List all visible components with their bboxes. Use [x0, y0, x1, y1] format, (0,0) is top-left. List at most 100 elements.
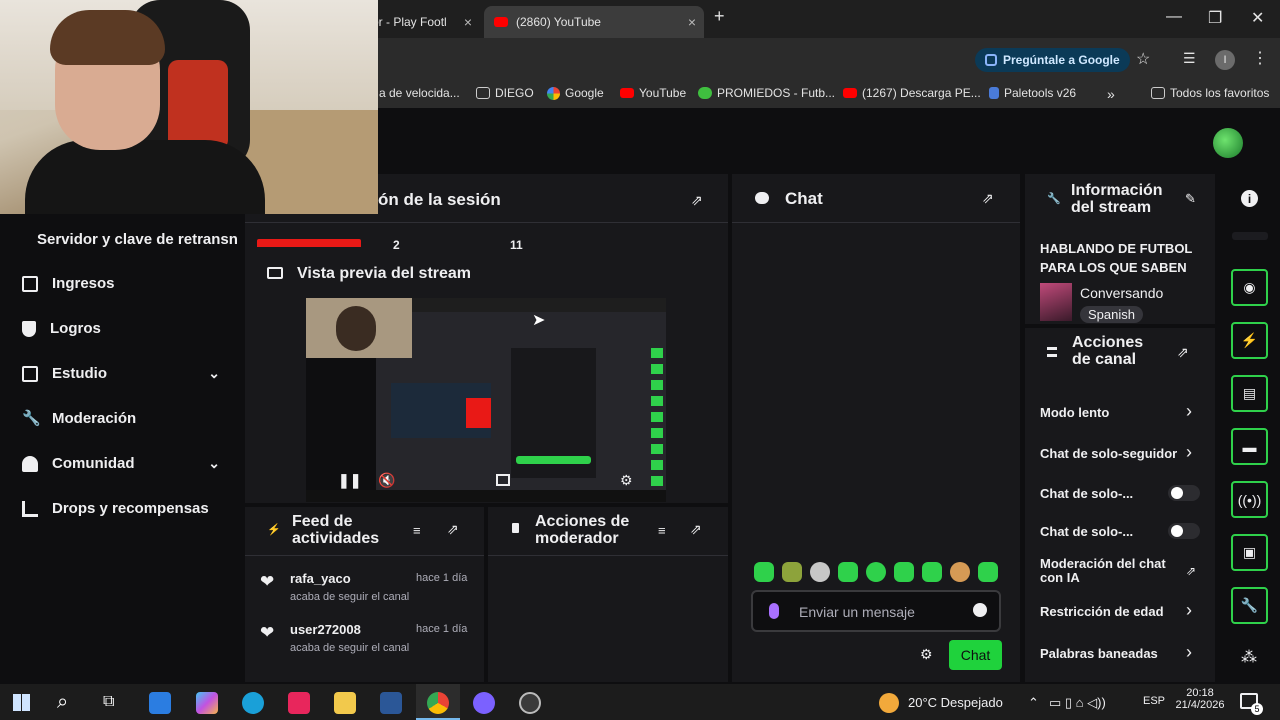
sidebar-item-moderation[interactable]: 🔧 Moderación: [22, 410, 222, 427]
outlook-icon[interactable]: [149, 692, 171, 714]
ai-moderation-action[interactable]: Moderación del chat con IA: [1040, 557, 1180, 585]
obs-icon[interactable]: [519, 692, 541, 714]
edge-icon[interactable]: [242, 692, 264, 714]
emote[interactable]: [782, 562, 802, 582]
sidebar-item-achievements[interactable]: Logros: [22, 320, 222, 337]
word-icon[interactable]: [380, 692, 402, 714]
info-icon[interactable]: i: [1241, 190, 1258, 207]
popout-icon[interactable]: ⇗: [690, 521, 702, 538]
chat-settings-gear-icon[interactable]: ⚙: [920, 646, 933, 663]
external-link-icon[interactable]: ⇗: [1186, 564, 1196, 578]
bookmark-item[interactable]: PROMIEDOS - Futb...: [698, 86, 835, 100]
language-tag[interactable]: Spanish: [1080, 306, 1143, 323]
bookmark-item[interactable]: a de velocida...: [379, 86, 460, 100]
ask-google-button[interactable]: Pregúntale a Google: [975, 48, 1130, 72]
bookmarks-more-button[interactable]: »: [1107, 86, 1115, 102]
bookmark-item[interactable]: YouTube: [620, 86, 686, 100]
emote[interactable]: [838, 562, 858, 582]
emote[interactable]: [978, 562, 998, 582]
rail-button-tools[interactable]: 🔧: [1231, 587, 1268, 624]
pause-icon[interactable]: ❚❚: [338, 472, 361, 489]
browser-tab-play-football[interactable]: or - Play Footl ×: [362, 6, 480, 38]
reading-list-icon[interactable]: ☰: [1183, 50, 1196, 67]
emote[interactable]: [754, 562, 774, 582]
emote[interactable]: [894, 562, 914, 582]
close-window-button[interactable]: ✕: [1251, 8, 1264, 28]
emote-only-toggle[interactable]: [1168, 523, 1200, 539]
tab-close-icon[interactable]: ×: [688, 14, 696, 30]
tray-icons[interactable]: ▭ ▯ ⌂ ◁)): [1049, 695, 1106, 711]
new-tab-button[interactable]: +: [714, 6, 725, 27]
file-explorer-icon[interactable]: [334, 692, 356, 714]
more-menu-icon[interactable]: ⋮: [1252, 48, 1268, 68]
rail-button-chat[interactable]: ▬: [1231, 428, 1268, 465]
bookmark-item[interactable]: Paletools v26: [989, 86, 1076, 100]
chevron-down-icon[interactable]: ⌄: [208, 365, 220, 382]
user-avatar[interactable]: [1213, 128, 1243, 158]
settings-gear-icon[interactable]: ⚙: [620, 472, 633, 489]
filter-icon[interactable]: ≡: [413, 523, 421, 538]
banned-words-action[interactable]: Palabras baneadas: [1040, 646, 1158, 661]
sidebar-item-drops[interactable]: Drops y recompensas: [22, 500, 222, 517]
copilot-icon[interactable]: [196, 692, 218, 714]
extensions-icon[interactable]: ⁂: [1241, 647, 1257, 667]
popout-icon[interactable]: ⇗: [691, 192, 703, 209]
rail-button-clip[interactable]: ◉: [1231, 269, 1268, 306]
chevron-right-icon[interactable]: ›: [1186, 642, 1192, 663]
emote[interactable]: [922, 562, 942, 582]
stream-preview-video[interactable]: ➤ ❚❚ 🔇 ⚙: [306, 298, 666, 502]
rail-button-quick-action[interactable]: ⚡: [1231, 322, 1268, 359]
profile-avatar[interactable]: I: [1215, 50, 1235, 70]
popout-icon[interactable]: ⇗: [447, 521, 459, 538]
edit-pencil-icon[interactable]: ✎: [1185, 191, 1196, 207]
popout-icon[interactable]: ⇗: [982, 190, 994, 207]
emote[interactable]: [950, 562, 970, 582]
chevron-right-icon[interactable]: ›: [1186, 401, 1192, 422]
category-name[interactable]: Conversando: [1080, 285, 1163, 301]
weather-text[interactable]: 20°C Despejado: [908, 695, 1003, 710]
feed-user[interactable]: rafa_yaco: [290, 571, 351, 586]
windows-start-icon[interactable]: [13, 694, 30, 711]
mute-icon[interactable]: 🔇: [378, 472, 395, 489]
clock[interactable]: 20:18 21/4/2026: [1173, 687, 1227, 711]
chevron-down-icon[interactable]: ⌄: [208, 455, 220, 472]
discord-icon[interactable]: [473, 692, 495, 714]
sidebar-item-revenue[interactable]: Ingresos: [22, 275, 222, 292]
language-indicator[interactable]: ESP: [1143, 695, 1165, 707]
browser-tab-youtube[interactable]: (2860) YouTube ×: [484, 6, 704, 38]
picture-in-picture-icon[interactable]: [496, 474, 510, 486]
rail-button-notes[interactable]: ▤: [1231, 375, 1268, 412]
age-restriction-action[interactable]: Restricción de edad: [1040, 604, 1164, 619]
filter-icon[interactable]: ≡: [658, 523, 666, 538]
sidebar-item-community[interactable]: Comunidad ⌄: [22, 455, 222, 472]
media-player-icon[interactable]: [288, 692, 310, 714]
emote[interactable]: [866, 562, 886, 582]
feed-user[interactable]: user272008: [290, 622, 361, 637]
chat-input[interactable]: Enviar un mensaje: [751, 590, 1001, 632]
task-view-icon[interactable]: ⧉: [103, 693, 114, 711]
chevron-right-icon[interactable]: ›: [1186, 600, 1192, 621]
bookmark-item[interactable]: DIEGO: [476, 86, 534, 100]
sidebar-item-studio[interactable]: Estudio ⌄: [22, 365, 222, 382]
chevron-right-icon[interactable]: ›: [1186, 442, 1192, 463]
bookmark-item[interactable]: Google: [547, 86, 604, 100]
all-favorites-button[interactable]: Todos los favoritos: [1151, 86, 1269, 100]
chrome-icon[interactable]: [427, 692, 449, 714]
popout-icon[interactable]: ⇗: [1177, 344, 1189, 361]
search-icon[interactable]: ⌕: [57, 691, 68, 714]
emoji-icon[interactable]: [973, 603, 987, 617]
sidebar-item-stream-key[interactable]: Servidor y clave de retransn: [37, 231, 242, 248]
rail-button-broadcast[interactable]: ((•)): [1231, 481, 1268, 518]
rail-button-layout[interactable]: ▣: [1231, 534, 1268, 571]
minimize-button[interactable]: —: [1166, 8, 1182, 26]
tab-close-icon[interactable]: ×: [464, 14, 472, 30]
maximize-button[interactable]: ❐: [1208, 8, 1222, 28]
slow-mode-action[interactable]: Modo lento: [1040, 405, 1109, 420]
tray-chevron-up-icon[interactable]: ⌃: [1028, 695, 1039, 711]
emote[interactable]: [810, 562, 830, 582]
bookmark-star-icon[interactable]: ☆: [1136, 49, 1150, 69]
followers-only-action[interactable]: Chat de solo-seguidor: [1040, 446, 1180, 461]
subscribers-only-toggle[interactable]: [1168, 485, 1200, 501]
microphone-icon[interactable]: [769, 603, 779, 619]
bookmark-item[interactable]: (1267) Descarga PE...: [843, 86, 981, 100]
